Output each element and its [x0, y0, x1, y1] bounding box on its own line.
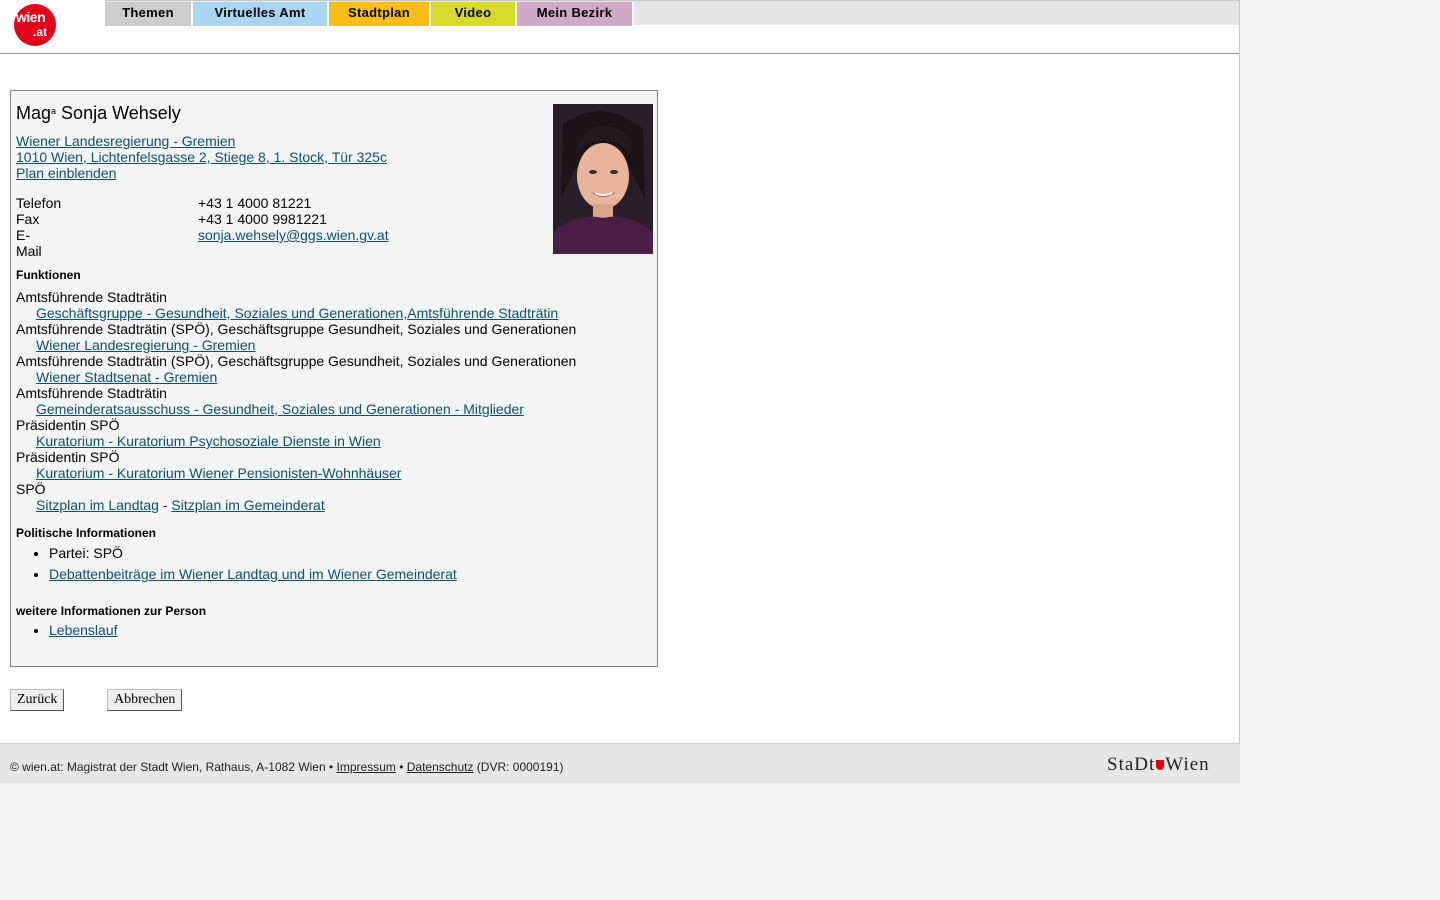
impressum-link[interactable]: Impressum	[337, 760, 396, 774]
page: wien .at Themen Virtuelles Amt Stadtplan…	[0, 0, 1240, 783]
phone-value: +43 1 4000 81221	[198, 195, 312, 211]
seat-plan-separator: -	[158, 497, 172, 513]
political-info-list: Partei: SPÖ Debattenbeiträge im Wiener L…	[16, 543, 457, 585]
cancel-button[interactable]: Abbrechen	[107, 689, 183, 711]
function-link[interactable]: Wiener Landesregierung - Gremien	[36, 337, 255, 353]
footer-copyright: © wien.at: Magistrat der Stadt Wien, Rat…	[10, 760, 337, 774]
cv-link[interactable]: Lebenslauf	[49, 622, 118, 638]
wien-at-logo[interactable]: wien .at	[14, 4, 56, 46]
person-name-text: Sonja Wehsely	[61, 103, 181, 123]
function-title: Präsidentin SPÖ	[16, 417, 120, 433]
more-info-heading: weitere Informationen zur Person	[16, 604, 207, 618]
stadt-wien-logo-right: Wien	[1165, 754, 1210, 775]
tab-virtuelles-amt[interactable]: Virtuelles Amt	[193, 2, 329, 26]
function-title: Amtsführende Stadträtin (SPÖ), Geschäfts…	[16, 321, 577, 337]
address-block: Wiener Landesregierung - Gremien 1010 Wi…	[16, 133, 387, 181]
footer: © wien.at: Magistrat der Stadt Wien, Rat…	[0, 743, 1240, 783]
address-link[interactable]: 1010 Wien, Lichtenfelsgasse 2, Stiege 8,…	[16, 149, 387, 165]
seat-plan-landtag-link[interactable]: Sitzplan im Landtag	[36, 497, 159, 513]
more-info-list: Lebenslauf	[16, 620, 118, 641]
person-photo	[553, 104, 653, 254]
org-link[interactable]: Wiener Landesregierung - Gremien	[16, 133, 387, 149]
debates-item: Debattenbeiträge im Wiener Landtag und i…	[49, 564, 457, 585]
function-link[interactable]: Kuratorium - Kuratorium Wiener Pensionis…	[36, 465, 401, 481]
function-title: Amtsführende Stadträtin	[16, 385, 167, 401]
tab-mein-bezirk[interactable]: Mein Bezirk	[517, 2, 634, 26]
logo-text-wien: wien	[16, 9, 46, 25]
email-link[interactable]: sonja.wehsely@ggs.wien.gv.at	[198, 227, 389, 243]
datenschutz-link[interactable]: Datenschutz	[407, 760, 474, 774]
political-info-heading: Politische Informationen	[16, 526, 157, 540]
function-link[interactable]: Gemeinderatsausschuss - Gesundheit, Sozi…	[36, 401, 524, 417]
seat-plan-gemeinderat-link[interactable]: Sitzplan im Gemeinderat	[171, 497, 324, 513]
functions-list: Amtsführende Stadträtin Geschäftsgruppe …	[16, 289, 576, 513]
tab-themen[interactable]: Themen	[105, 2, 193, 26]
functions-heading: Funktionen	[16, 268, 81, 282]
tab-stadtplan[interactable]: Stadtplan	[329, 2, 431, 26]
stadt-wien-logo[interactable]: StaDt Wien	[1107, 754, 1210, 776]
wien-shield-icon	[1156, 760, 1165, 770]
debates-link[interactable]: Debattenbeiträge im Wiener Landtag und i…	[49, 566, 457, 582]
back-button[interactable]: Zurück	[10, 689, 65, 711]
title-prefix: Mag	[16, 103, 52, 123]
footer-text: © wien.at: Magistrat der Stadt Wien, Rat…	[10, 760, 564, 774]
function-title: Amtsführende Stadträtin (SPÖ), Geschäfts…	[16, 353, 577, 369]
header-divider	[0, 53, 1239, 54]
function-link[interactable]: Kuratorium - Kuratorium Psychosoziale Di…	[36, 433, 381, 449]
function-title: Präsidentin SPÖ	[16, 449, 120, 465]
footer-dvr: (DVR: 0000191)	[473, 760, 564, 774]
fax-value: +43 1 4000 9981221	[198, 211, 327, 227]
footer-separator: •	[395, 760, 407, 774]
stadt-wien-logo-left: StaDt	[1107, 754, 1156, 775]
person-name: Maga Sonja Wehsely	[16, 103, 181, 124]
phone-label: Telefon	[16, 195, 62, 211]
party-item: Partei: SPÖ	[49, 543, 457, 564]
party-label: SPÖ	[16, 481, 46, 497]
function-link[interactable]: Geschäftsgruppe - Gesundheit, Soziales u…	[36, 305, 558, 321]
function-link[interactable]: Wiener Stadtsenat - Gremien	[36, 369, 217, 385]
tab-video[interactable]: Video	[431, 2, 517, 26]
main-navigation: Themen Virtuelles Amt Stadtplan Video Me…	[105, 0, 1239, 26]
cv-item: Lebenslauf	[49, 620, 118, 641]
function-title: Amtsführende Stadträtin	[16, 289, 167, 305]
person-card: Maga Sonja Wehsely Wiener Landesregierun…	[10, 90, 658, 667]
title-suffix: a	[51, 106, 57, 116]
seat-plan-links: Sitzplan im Landtag - Sitzplan im Gemein…	[16, 497, 576, 513]
email-label: E-Mail	[16, 227, 42, 259]
show-map-link[interactable]: Plan einblenden	[16, 165, 387, 181]
logo-text-at: .at	[33, 25, 48, 39]
fax-label: Fax	[16, 211, 40, 227]
